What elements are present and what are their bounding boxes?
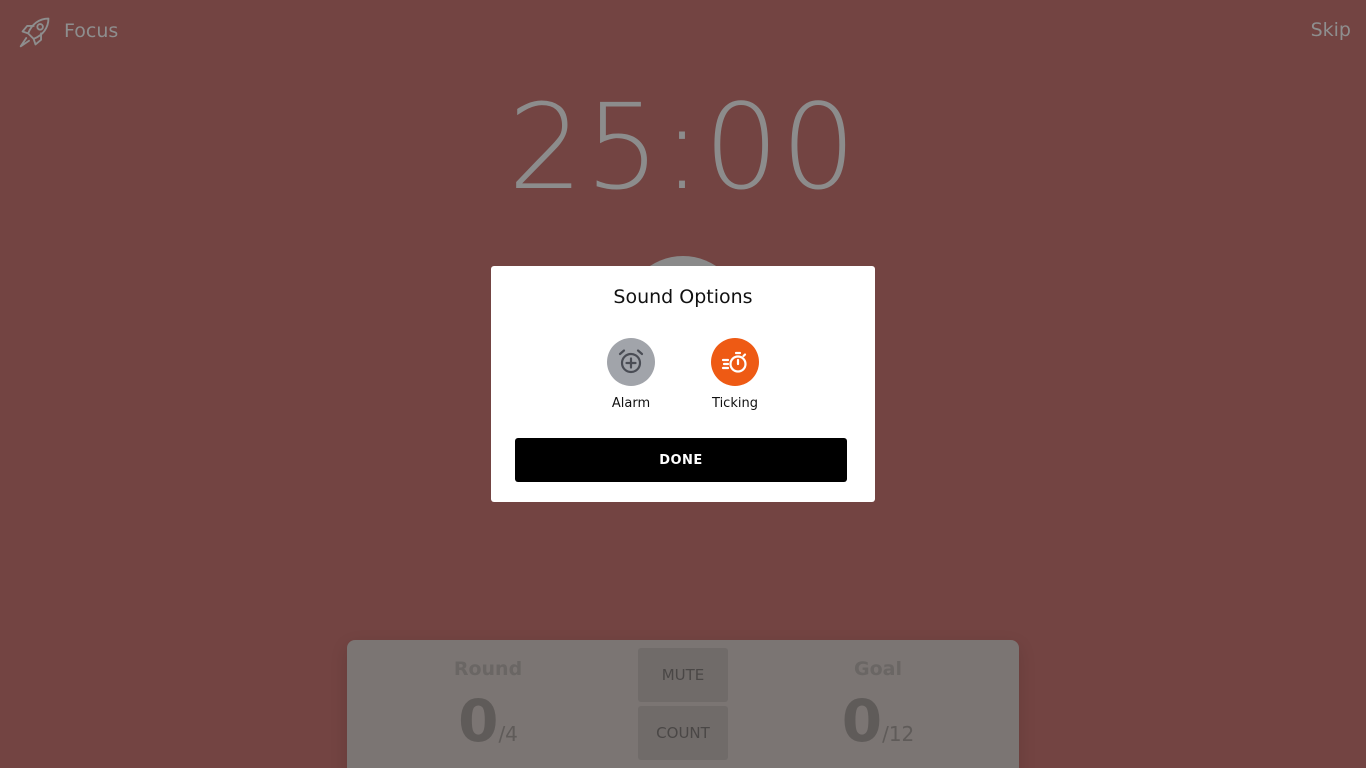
alarm-label: Alarm [611,396,651,411]
done-button[interactable]: DONE [515,438,847,482]
ticking-label: Ticking [712,396,758,411]
sound-options-dialog: Sound Options Alarm Ticking DONE [491,266,875,502]
round-stat: Round 0/4 [398,658,578,750]
dialog-title: Sound Options [613,286,753,308]
alarm-add-icon [618,349,644,374]
mute-button[interactable]: MUTE [638,648,728,702]
goal-title: Goal [854,658,902,680]
timer-display: 25:00 [507,78,859,216]
round-title: Round [453,658,523,680]
rocket-icon [19,17,50,48]
alarm-option[interactable]: Alarm [591,338,671,411]
timer-ticking-icon [721,351,747,373]
goal-value: 0/12 [788,692,968,750]
goal-stat: Goal 0/12 [788,658,968,750]
skip-button[interactable]: Skip [1311,19,1351,41]
round-total: /4 [498,722,518,746]
mode-indicator: Focus [17,13,118,50]
goal-total: /12 [882,722,915,746]
round-value: 0/4 [398,692,578,750]
ticking-toggle[interactable] [711,338,759,386]
count-button[interactable]: COUNT [638,706,728,760]
mode-label: Focus [64,20,119,42]
alarm-toggle[interactable] [607,338,655,386]
goal-count: 0 [841,687,883,755]
stats-panel: Round 0/4 MUTE COUNT Goal 0/12 [347,640,1019,768]
round-count: 0 [458,687,499,755]
ticking-option[interactable]: Ticking [695,338,775,411]
